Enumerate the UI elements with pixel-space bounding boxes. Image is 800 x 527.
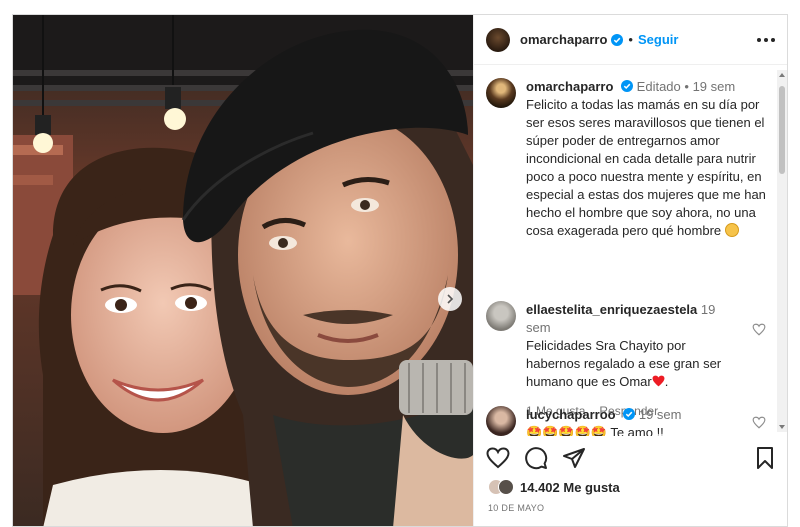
follow-button[interactable]: Seguir: [638, 32, 678, 47]
comment-text: Felicidades Sra Chayito por habernos reg…: [526, 338, 722, 389]
comments-list[interactable]: omarchaparro Editado • 19 sem Felicito a…: [474, 66, 787, 436]
comment-item: ellaestelita_enriquezaestela 19 sem Feli…: [486, 301, 766, 420]
heart-icon[interactable]: [486, 446, 510, 474]
likes-count: 14.402: [520, 479, 560, 495]
caption-time[interactable]: 19 sem: [693, 79, 736, 94]
author-username[interactable]: omarchaparro: [520, 32, 607, 47]
caption-text: Felicito a todas las mamás en su día por…: [526, 97, 766, 238]
verified-badge-icon: [623, 408, 636, 420]
separator-dot: •: [684, 79, 693, 94]
likes-summary[interactable]: 14.402 Me gusta: [488, 479, 620, 495]
comment-item: lucychaparroo 19 sem 🤩🤩🤩🤩🤩 Te amo !!: [486, 406, 766, 436]
verified-badge-icon: [611, 33, 624, 46]
heart-icon[interactable]: [752, 323, 766, 341]
carousel-next-button[interactable]: [438, 287, 462, 311]
comment-emojis: 🤩🤩🤩🤩🤩: [526, 425, 607, 436]
comment-icon[interactable]: [524, 446, 548, 475]
scroll-down-arrow-icon[interactable]: [779, 425, 785, 429]
post-photo[interactable]: [13, 15, 473, 526]
verified-badge-icon: [621, 80, 634, 92]
smiling-face-emoji-icon: [724, 223, 739, 237]
more-options-icon[interactable]: [757, 37, 775, 42]
heart-icon[interactable]: [752, 416, 766, 434]
share-icon[interactable]: [562, 446, 586, 475]
comments-scrollbar[interactable]: [777, 70, 787, 432]
post-dialog: omarchaparro • Seguir omarchaparro Edita…: [12, 14, 788, 527]
comment-time[interactable]: 19 sem: [639, 407, 682, 422]
caption-username[interactable]: omarchaparro: [526, 79, 613, 94]
comment-username[interactable]: ellaestelita_enriquezaestela: [526, 302, 697, 317]
post-side-panel: omarchaparro • Seguir omarchaparro Edita…: [473, 15, 787, 526]
bookmark-icon[interactable]: [755, 446, 775, 475]
comment-username[interactable]: lucychaparroo: [526, 407, 616, 422]
post-date[interactable]: 10 DE MAYO: [488, 503, 544, 513]
post-header: omarchaparro • Seguir: [474, 15, 787, 65]
post-action-bar: [486, 445, 775, 475]
scroll-up-arrow-icon[interactable]: [779, 73, 785, 77]
commenter-avatar[interactable]: [486, 301, 516, 331]
separator-dot: •: [628, 32, 633, 47]
caption-author-avatar[interactable]: [486, 78, 516, 108]
likes-label: Me gusta: [563, 479, 620, 495]
post-caption: omarchaparro Editado • 19 sem Felicito a…: [486, 78, 776, 240]
liker-avatars: [488, 479, 514, 495]
comment-text: Te amo !!: [610, 425, 664, 436]
photo-illustration: [13, 15, 473, 526]
comment-period: .: [664, 374, 669, 389]
author-avatar[interactable]: [486, 27, 510, 52]
caption-edited-label: Editado: [636, 79, 681, 94]
scrollbar-thumb[interactable]: [779, 86, 785, 174]
commenter-avatar[interactable]: [486, 406, 516, 436]
chevron-right-icon: [447, 294, 454, 304]
red-heart-emoji-icon: [652, 374, 665, 392]
